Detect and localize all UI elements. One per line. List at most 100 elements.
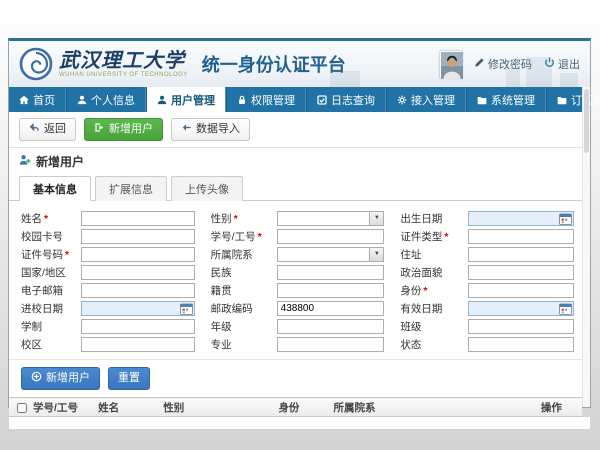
form-field: 年级 xyxy=(211,317,385,335)
add-user-toolbar-button[interactable]: 新增用户 xyxy=(84,118,163,141)
calendar-icon[interactable] xyxy=(180,303,193,315)
university-name-cn: 武汉理工大学 xyxy=(59,50,188,70)
text-input[interactable] xyxy=(81,247,195,262)
form-field: 姓名* xyxy=(21,209,195,227)
table-header-4[interactable]: 所属院系 xyxy=(332,398,539,417)
select-field[interactable]: ▼ xyxy=(277,247,385,262)
form-tab-2[interactable]: 上传头像 xyxy=(171,176,243,201)
text-input[interactable] xyxy=(468,337,574,352)
field-label: 证件类型* xyxy=(400,229,468,244)
text-input[interactable] xyxy=(277,319,385,334)
reset-button[interactable]: 重置 xyxy=(108,367,150,390)
form-field: 班级 xyxy=(400,317,574,335)
table-header-0[interactable]: 学号/工号 xyxy=(31,398,96,417)
text-input[interactable] xyxy=(277,301,385,316)
field-label: 学号/工号* xyxy=(211,229,277,244)
table-header-5[interactable]: 操作 xyxy=(539,398,582,417)
field-label: 证件号码* xyxy=(21,247,81,262)
calendar-icon[interactable] xyxy=(559,303,572,315)
table-empty-area xyxy=(9,417,590,429)
calendar-icon[interactable] xyxy=(559,213,572,225)
nav-tab-3[interactable]: 权限管理 xyxy=(226,87,306,112)
date-input[interactable] xyxy=(469,302,573,315)
desktop-background: { "app": { "logo": { "name_cn": "武汉理工大学"… xyxy=(0,0,600,450)
text-input[interactable] xyxy=(81,229,195,244)
nav-tab-label: 系统管理 xyxy=(491,92,535,108)
text-input[interactable] xyxy=(277,265,385,280)
field-label: 所属院系 xyxy=(211,247,277,262)
text-input[interactable] xyxy=(277,229,385,244)
date-input[interactable] xyxy=(82,302,194,315)
date-input[interactable] xyxy=(469,212,573,225)
table-header-1[interactable]: 姓名 xyxy=(96,398,161,417)
text-input[interactable] xyxy=(81,283,195,298)
form-column-3: 出生日期 证件类型* 住址 政治面貌 身份* 有效日期 班级 状态 xyxy=(400,209,574,353)
required-asterisk: * xyxy=(44,213,48,225)
form-field: 学制 xyxy=(21,317,195,335)
text-input[interactable] xyxy=(468,265,574,280)
text-input[interactable] xyxy=(81,319,195,334)
nav-tab-label: 首页 xyxy=(33,92,55,108)
form-tab-0[interactable]: 基本信息 xyxy=(19,176,91,201)
scrollbar-thumb[interactable] xyxy=(584,89,589,153)
section-header: 新增用户 xyxy=(9,147,590,175)
building-silhouette xyxy=(526,57,552,87)
field-label: 民族 xyxy=(211,265,277,280)
date-field xyxy=(468,301,574,316)
dropdown-arrow-icon[interactable]: ▼ xyxy=(369,248,383,261)
person-add-icon xyxy=(19,154,31,169)
required-asterisk: * xyxy=(258,231,262,243)
field-label: 校区 xyxy=(21,337,81,352)
field-label: 状态 xyxy=(400,337,468,352)
text-input[interactable] xyxy=(81,265,195,280)
nav-tab-icon xyxy=(557,95,567,105)
building-silhouette xyxy=(560,73,578,87)
required-asterisk: * xyxy=(444,231,448,243)
nav-tab-0[interactable]: 首页 xyxy=(9,87,66,112)
text-input[interactable] xyxy=(468,283,574,298)
nav-tab-2[interactable]: 用户管理 xyxy=(146,87,226,112)
text-input[interactable] xyxy=(81,211,195,226)
nav-tab-6[interactable]: 系统管理 xyxy=(466,87,546,112)
text-input[interactable] xyxy=(468,319,574,334)
form-field: 政治面貌 xyxy=(400,263,574,281)
user-avatar[interactable] xyxy=(440,51,462,78)
data-import-button[interactable]: 数据导入 xyxy=(171,118,250,141)
vertical-scrollbar[interactable] xyxy=(582,87,590,407)
form-column-1: 姓名* 校园卡号 证件号码* 国家/地区 电子邮箱 进校日期 学制 校区 xyxy=(21,209,195,353)
select-all-checkbox[interactable] xyxy=(17,403,27,413)
select-field[interactable]: ▼ xyxy=(277,211,385,226)
form-field: 状态 xyxy=(400,335,574,353)
submit-add-user-button[interactable]: 新增用户 xyxy=(21,367,100,390)
form-field: 民族 xyxy=(211,263,385,281)
field-label: 姓名* xyxy=(21,211,81,226)
table-header-2[interactable]: 性别 xyxy=(161,398,276,417)
text-input[interactable] xyxy=(468,247,574,262)
table-header-3[interactable]: 身份 xyxy=(276,398,331,417)
import-arrow-icon xyxy=(181,122,192,137)
text-input[interactable] xyxy=(468,229,574,244)
select-all-header xyxy=(9,398,31,417)
back-button[interactable]: 返回 xyxy=(19,118,76,141)
nav-tab-icon xyxy=(237,95,247,105)
text-input[interactable] xyxy=(277,337,385,352)
nav-tab-icon xyxy=(317,95,327,105)
nav-tab-4[interactable]: 日志查询 xyxy=(306,87,386,112)
form-field: 进校日期 xyxy=(21,299,195,317)
nav-tab-5[interactable]: 接入管理 xyxy=(386,87,466,112)
field-label: 电子邮箱 xyxy=(21,283,81,298)
nav-tab-label: 个人信息 xyxy=(91,92,135,108)
text-input[interactable] xyxy=(277,283,385,298)
form-field: 性别* ▼ xyxy=(211,209,385,227)
dropdown-arrow-icon[interactable]: ▼ xyxy=(369,212,383,225)
app-window: 武汉理工大学 WUHAN UNIVERSITY OF TECHNOLOGY 统一… xyxy=(8,38,591,408)
section-title: 新增用户 xyxy=(36,153,84,170)
nav-tab-7[interactable]: 订阅管理 xyxy=(546,87,600,112)
back-button-label: 返回 xyxy=(44,123,66,136)
form-field: 有效日期 xyxy=(400,299,574,317)
nav-tab-1[interactable]: 个人信息 xyxy=(66,87,146,112)
change-password-link[interactable]: 修改密码 xyxy=(474,56,532,72)
logout-label: 退出 xyxy=(558,56,580,72)
text-input[interactable] xyxy=(81,337,195,352)
form-tab-1[interactable]: 扩展信息 xyxy=(95,176,167,201)
